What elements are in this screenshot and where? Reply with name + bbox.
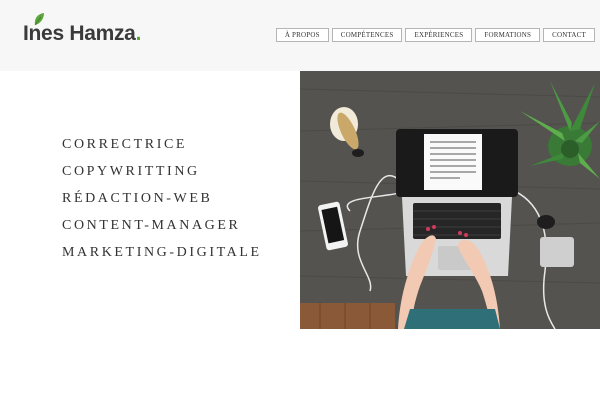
laptop-workspace-photo	[300, 71, 600, 329]
site-header: Ines Hamza. À PROPOS COMPÉTENCES EXPÉRIE…	[0, 0, 600, 71]
brand-logo[interactable]: Ines Hamza.	[23, 13, 142, 52]
nav-formations[interactable]: FORMATIONS	[475, 28, 541, 42]
skill-item: CONTENT-MANAGER	[62, 218, 241, 233]
skill-item: RÉDACTION-WEB	[62, 191, 213, 206]
brand-dot: .	[135, 22, 142, 45]
nav-experiences[interactable]: EXPÉRIENCES	[405, 28, 473, 42]
skill-item: CORRECTRICE	[62, 137, 188, 152]
skills-list: CORRECTRICE COPYWRITTING RÉDACTION-WEB C…	[62, 136, 262, 271]
hero-image	[300, 71, 600, 329]
main-nav: À PROPOS COMPÉTENCES EXPÉRIENCES FORMATI…	[273, 28, 595, 42]
nav-contact[interactable]: CONTACT	[543, 28, 595, 42]
nav-a-propos[interactable]: À PROPOS	[275, 28, 329, 42]
leaf-icon	[34, 13, 44, 26]
nav-competences[interactable]: COMPÉTENCES	[331, 28, 403, 42]
skill-item: MARKETING-DIGITALE	[62, 245, 262, 260]
skill-item: COPYWRITTING	[62, 164, 200, 179]
